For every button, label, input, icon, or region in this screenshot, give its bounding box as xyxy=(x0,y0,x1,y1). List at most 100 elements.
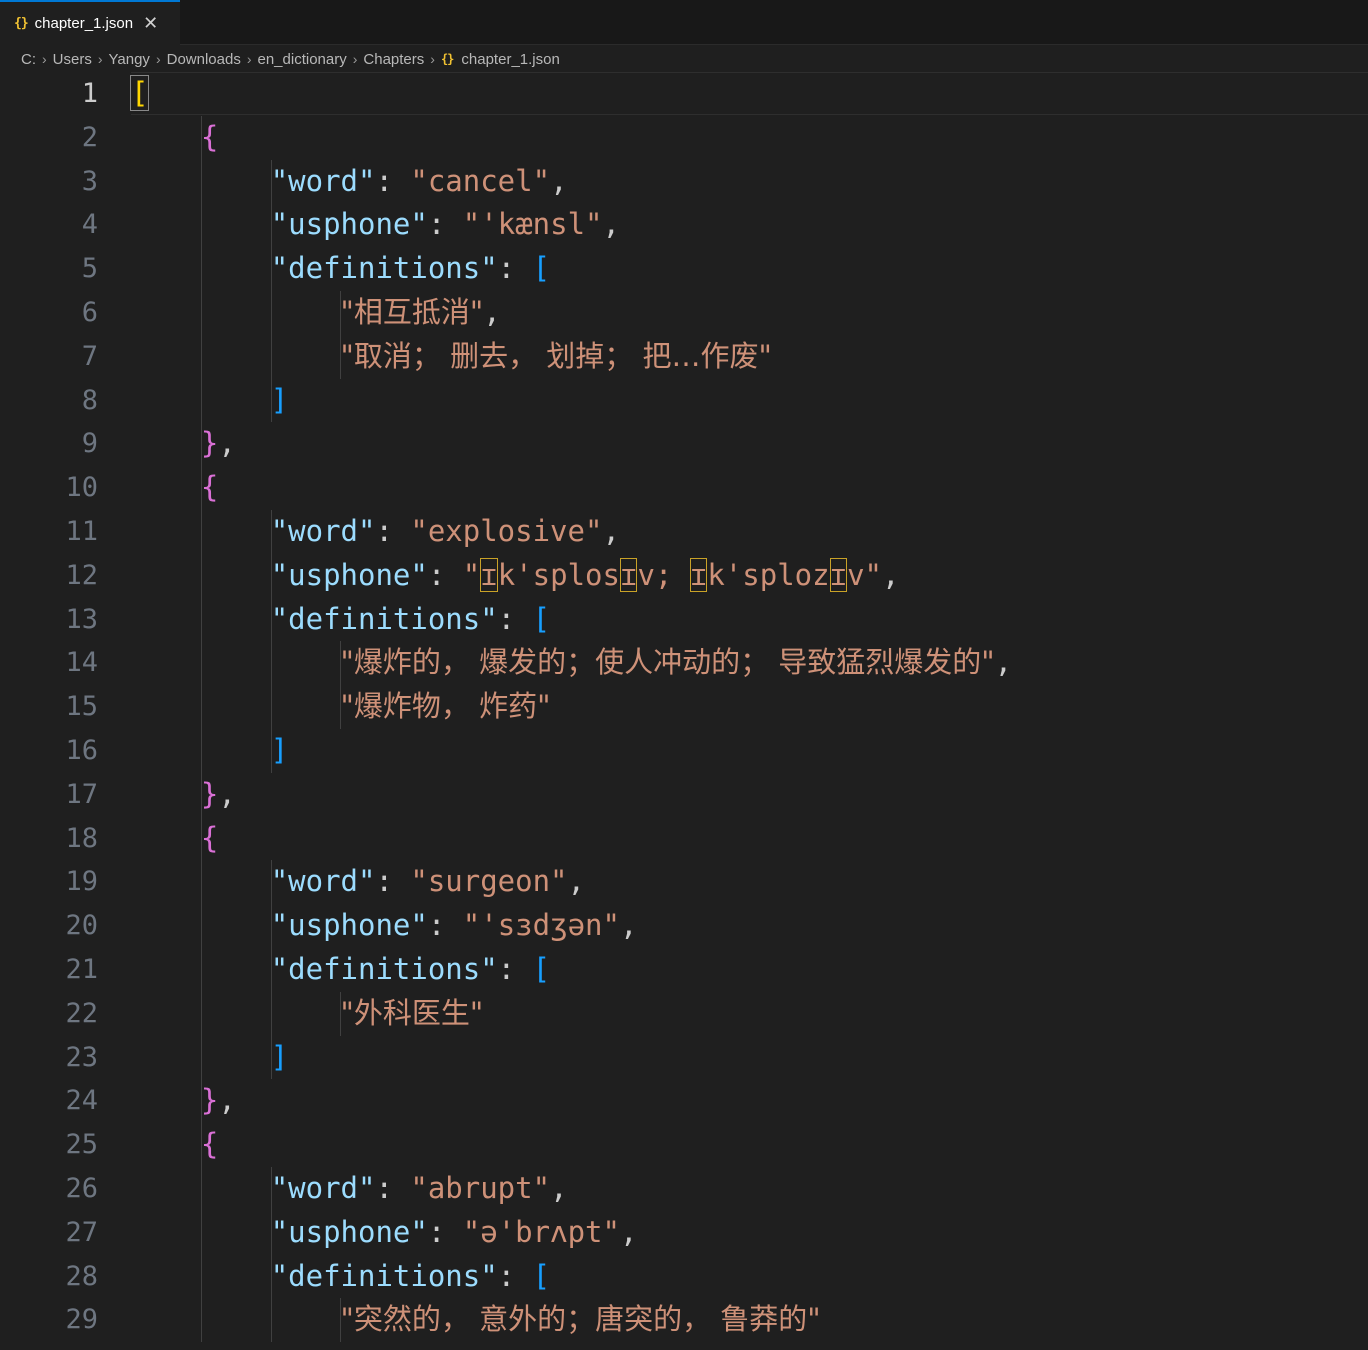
line-number: 10 xyxy=(65,472,98,504)
line-number: 1 xyxy=(81,78,98,109)
json-key: "definitions" xyxy=(270,1258,498,1293)
ambiguous-char-highlight: ɪ xyxy=(480,557,498,592)
breadcrumb-item-yangy[interactable]: Yangy xyxy=(109,51,150,68)
code-line: [ xyxy=(129,72,1012,116)
json-string-usphone: "'kænsl" xyxy=(462,207,603,242)
json-string-definition: "爆炸的， 爆发的；使人冲动的； 导致猛烈爆发的" xyxy=(340,645,995,680)
line-number: 26 xyxy=(65,1172,98,1204)
punct: : xyxy=(427,557,463,592)
brace-close: } xyxy=(200,1083,219,1118)
code-line: { xyxy=(131,116,1012,160)
punct: , xyxy=(602,207,620,242)
code-line: "usphone": "'kænsl", xyxy=(131,203,1012,247)
punct: , xyxy=(550,163,568,198)
json-string-usphone: "ə'brʌpt" xyxy=(462,1214,620,1249)
tab-chapter-1-json[interactable]: {} chapter_1.json ✕ xyxy=(0,0,180,45)
line-number: 11 xyxy=(65,515,98,547)
ambiguous-char-highlight: ɪ xyxy=(689,557,708,592)
json-string-word: "explosive" xyxy=(410,513,603,548)
line-number: 20 xyxy=(65,910,98,942)
ambiguous-char-highlight: ɪ xyxy=(829,557,848,592)
json-string-definition: "外科医生" xyxy=(340,995,484,1030)
code-line: "爆炸物， 炸药" xyxy=(131,685,1012,729)
line-number: 27 xyxy=(65,1216,98,1248)
json-key: "usphone" xyxy=(270,557,428,592)
chevron-right-icon: › xyxy=(42,51,47,67)
breadcrumb-item-downloads[interactable]: Downloads xyxy=(167,51,241,68)
json-string-definition: "突然的， 意外的；唐突的， 鲁莽的" xyxy=(340,1302,821,1337)
breadcrumb: C: › Users › Yangy › Downloads › en_dict… xyxy=(21,48,560,70)
code-line: ] xyxy=(131,1036,1012,1080)
tab-bar: {} chapter_1.json ✕ xyxy=(0,0,1368,45)
breadcrumb-item-users[interactable]: Users xyxy=(53,51,92,68)
code-line: }, xyxy=(131,773,1012,817)
code-line: "definitions": [ xyxy=(131,948,1012,992)
line-number: 16 xyxy=(65,734,98,766)
json-key: "definitions" xyxy=(270,251,498,286)
bracket-open: [ xyxy=(532,601,551,636)
json-icon: {} xyxy=(440,52,454,66)
punct: , xyxy=(483,294,501,329)
tab-label: chapter_1.json xyxy=(34,15,134,32)
punct: , xyxy=(619,1214,638,1249)
breadcrumb-item-chapters[interactable]: Chapters xyxy=(363,51,424,68)
code-line: { xyxy=(131,817,1012,861)
punct: : xyxy=(427,207,463,242)
json-icon: {} xyxy=(14,16,29,31)
punct: , xyxy=(218,426,236,461)
json-key: "definitions" xyxy=(270,951,498,986)
punct: : xyxy=(497,1258,533,1293)
code-area[interactable]: [ { "word": "cancel", "usphone": "'kænsl… xyxy=(129,72,1013,1343)
indent-guide xyxy=(340,991,342,1036)
line-number: 18 xyxy=(65,822,98,854)
code-line: "外科医生" xyxy=(131,992,1012,1036)
line-number: 23 xyxy=(65,1041,98,1073)
code-line: "definitions": [ xyxy=(131,247,1012,291)
line-number: 24 xyxy=(65,1085,98,1117)
punct: , xyxy=(602,513,620,548)
line-number: 13 xyxy=(65,603,98,635)
code-line: "爆炸的， 爆发的；使人冲动的； 导致猛烈爆发的", xyxy=(131,641,1013,685)
punct: : xyxy=(375,513,411,548)
indent-guide xyxy=(340,291,342,379)
line-number: 9 xyxy=(81,428,98,460)
code-line: "definitions": [ xyxy=(131,598,1012,642)
chevron-right-icon: › xyxy=(155,51,161,67)
brace-close: } xyxy=(200,776,219,811)
breadcrumb-item-drive[interactable]: C: xyxy=(21,51,36,68)
line-number: 15 xyxy=(65,691,98,723)
breadcrumb-item-en-dictionary[interactable]: en_dictionary xyxy=(258,51,347,68)
code-line: }, xyxy=(131,422,1012,466)
punct: , xyxy=(550,1170,568,1205)
line-number: 14 xyxy=(65,647,98,679)
punct: , xyxy=(619,908,638,943)
bracket-close: ] xyxy=(270,1039,289,1074)
code-editor[interactable]: 1 2 3 4 5 6 7 8 9 10 11 12 13 14 15 16 17 18 19 20 21 22 23 24 2… xyxy=(0,72,1368,1350)
json-key: "word" xyxy=(270,1170,376,1205)
bracket-open: [ xyxy=(532,251,551,286)
bracket-close: ] xyxy=(270,732,289,767)
code-line: "word": "abrupt", xyxy=(131,1167,1012,1211)
indent-guide xyxy=(200,115,202,1343)
line-number: 25 xyxy=(65,1129,98,1161)
punct: , xyxy=(567,864,585,899)
breadcrumb-item-file[interactable]: chapter_1.json xyxy=(461,51,559,68)
close-icon[interactable]: ✕ xyxy=(143,13,158,34)
code-line: { xyxy=(131,466,1012,510)
punct: : xyxy=(375,1170,411,1205)
punct: : xyxy=(497,251,533,286)
bracket-close: ] xyxy=(270,382,289,417)
line-number: 2 xyxy=(81,121,98,153)
line-number-gutter: 1 2 3 4 5 6 7 8 9 10 11 12 13 14 15 16 17 18 19 20 21 22 23 24 2… xyxy=(0,72,110,1342)
ambiguous-char-highlight: ɪ xyxy=(619,557,638,592)
chevron-right-icon: › xyxy=(246,51,252,67)
indent-guide xyxy=(270,860,272,1080)
code-line: "definitions": [ xyxy=(131,1255,1012,1299)
code-line: { xyxy=(131,1123,1012,1167)
code-line: "相互抵消", xyxy=(131,291,1012,335)
json-key: "word" xyxy=(270,864,376,899)
bracket-open: [ xyxy=(129,75,150,111)
punct: , xyxy=(218,776,236,811)
punct: : xyxy=(497,601,533,636)
line-number: 22 xyxy=(65,997,98,1029)
